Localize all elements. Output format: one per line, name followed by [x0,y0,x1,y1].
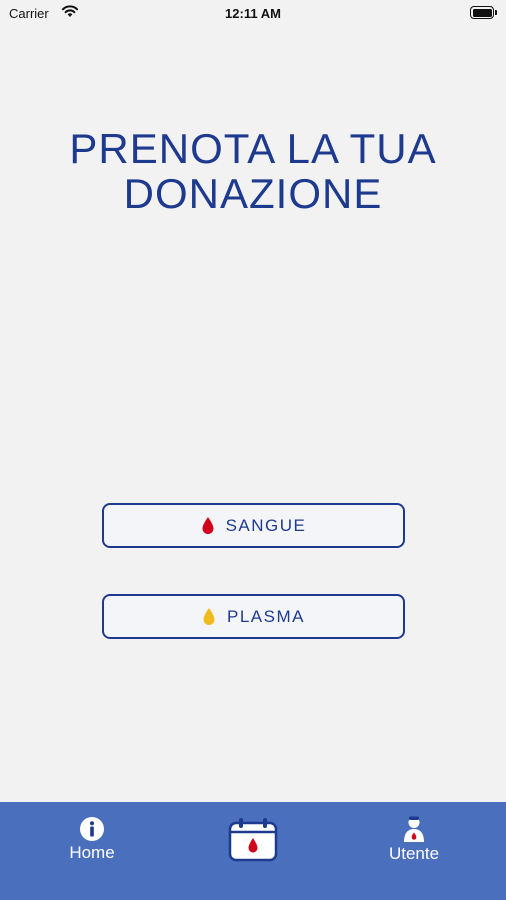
page-title-line-1: PRENOTA LA TUA [69,125,437,172]
battery-icon [470,6,497,19]
page-title-line-2: DONAZIONE [123,170,383,217]
tab-home-label: Home [69,843,115,862]
tab-user-label: Utente [388,844,440,863]
blood-donation-label: SANGUE [225,515,307,535]
tab-home[interactable]: Home [52,802,132,900]
tab-book-donation[interactable] [213,802,293,900]
plasma-donation-label: PLASMA [227,606,305,626]
user-icon [404,816,424,842]
calendar-blood-icon [228,818,278,862]
plasma-drop-icon [203,608,215,625]
blood-donation-button[interactable]: SANGUE [102,503,405,548]
status-time: 12:11 AM [225,6,281,21]
tab-user[interactable]: Utente [374,802,454,900]
booking-screen: Carrier 12:11 AM PRENOTA LA TUA DONAZION… [0,0,506,900]
tab-bar: Home Utente [0,802,506,900]
info-icon [80,817,104,841]
plasma-donation-button[interactable]: PLASMA [102,594,405,639]
page-title: PRENOTA LA TUA DONAZIONE [0,126,506,216]
blood-drop-icon [202,517,214,534]
status-bar: Carrier 12:11 AM [0,0,506,28]
